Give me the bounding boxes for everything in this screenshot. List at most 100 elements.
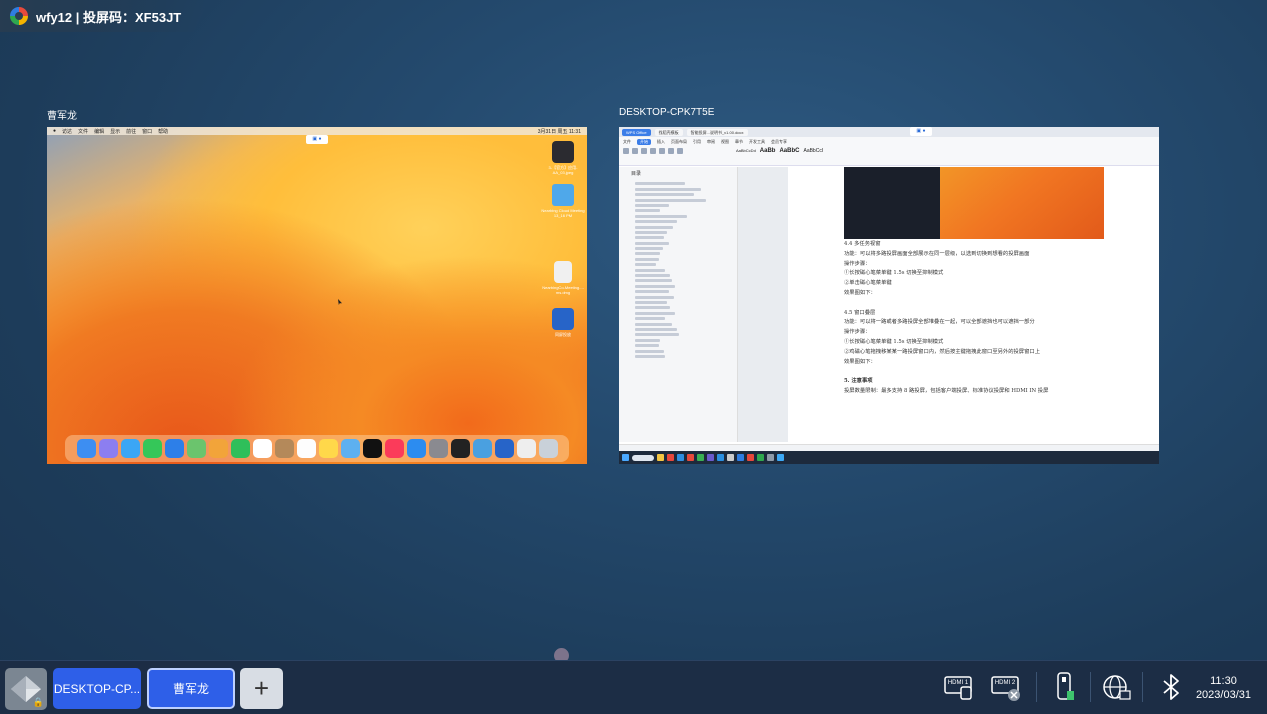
style-sample[interactable]: AaBbC (779, 148, 799, 154)
trash-icon[interactable] (538, 439, 558, 458)
mail-icon[interactable] (164, 439, 184, 458)
taskbar-search-icon[interactable] (632, 454, 654, 461)
terminal-icon[interactable] (450, 439, 470, 458)
facetime-icon[interactable] (230, 439, 250, 458)
mac-menu-item: 编辑 (94, 128, 105, 135)
underline-icon[interactable] (668, 148, 674, 154)
hdmi2-icon[interactable]: HDMI 2 (990, 671, 1022, 703)
style-gallery[interactable]: AaBbCcDd AaBb AaBbC AaBbCcI (736, 148, 823, 154)
taskbar-chrome-icon[interactable] (667, 454, 674, 461)
ribbon-menu-item[interactable]: 章节 (735, 139, 743, 145)
ribbon-menu-item[interactable]: 文件 (623, 139, 631, 145)
ribbon-menu-item[interactable]: 视图 (721, 139, 729, 145)
source-tab-desktop[interactable]: DESKTOP-CP... (53, 668, 141, 709)
app-store-icon[interactable] (406, 439, 426, 458)
taskbar-app-icon[interactable] (747, 454, 754, 461)
ribbon-menu-item[interactable]: 页面布局 (671, 139, 687, 145)
style-sample[interactable]: AaBb (760, 148, 776, 154)
taskbar-app-icon[interactable] (717, 454, 724, 461)
format-painter-icon[interactable] (641, 148, 647, 154)
bottom-bar: 🔒 DESKTOP-CP... 曹军龙 + HDMI 1 HDMI 2 11:3… (0, 660, 1267, 714)
style-sample[interactable]: AaBbCcI (803, 148, 823, 154)
hdmi2-label: HDMI 2 (995, 680, 1016, 686)
tv-icon[interactable] (362, 439, 382, 458)
toc-panel: 目录 (619, 167, 738, 442)
style-sample[interactable]: AaBbCcDd (736, 148, 756, 154)
tab-document[interactable]: 智能投屏...说明书_v1.00.docx (686, 128, 748, 136)
window-label-mac: 曹军龙 (47, 111, 77, 122)
taskbar-edge-icon[interactable] (677, 454, 684, 461)
cast-app-icon[interactable] (494, 439, 514, 458)
window-label-windows: DESKTOP-CPK7T5E (619, 107, 715, 118)
italic-icon[interactable] (659, 148, 665, 154)
tab-template[interactable]: 找稻壳模板 (654, 128, 683, 136)
music-icon[interactable] (384, 439, 404, 458)
add-source-button[interactable]: + (240, 668, 283, 709)
app-icon (552, 308, 574, 330)
downloads-icon[interactable] (516, 439, 536, 458)
taskbar-wps-icon[interactable] (687, 454, 694, 461)
taskbar-app-icon[interactable] (757, 454, 764, 461)
windows-start-icon[interactable] (622, 454, 629, 461)
bold-icon[interactable] (650, 148, 656, 154)
windows-taskbar (619, 451, 1159, 464)
taskbar-app-icon[interactable] (727, 454, 734, 461)
document-line: ②单击磁心笔菜单键 (844, 280, 892, 287)
toc-list[interactable] (619, 182, 737, 358)
ribbon-menu-item[interactable]: 插入 (657, 139, 665, 145)
usb-dongle-icon[interactable] (1049, 671, 1081, 703)
date-label: 2023/03/31 (1195, 689, 1251, 701)
document-line: ①长按磁心笔菜单键 1.5s 切换至抑制模式 (844, 270, 944, 277)
freeform-icon[interactable] (340, 439, 360, 458)
source-tab-mac[interactable]: 曹军龙 (147, 668, 235, 709)
cut-icon[interactable] (632, 148, 638, 154)
taskbar-app-icon[interactable] (777, 454, 784, 461)
toc-title: 目录 (631, 171, 642, 177)
launchpad-icon[interactable] (98, 439, 118, 458)
taskbar-app-icon[interactable] (697, 454, 704, 461)
windows-screen-window[interactable]: WPS Office 找稻壳模板 智能投屏...说明书_v1.00.docx ▣… (619, 127, 1159, 464)
home-thumbnail[interactable]: 🔒 (5, 668, 47, 710)
ribbon-menu-item[interactable]: 开始 (637, 139, 651, 145)
time-label: 11:30 (1210, 675, 1237, 687)
wps-ribbon: 文件 开始 插入 页面布局 引用 审阅 视图 章节 开发工具 会员专享 AaBb… (619, 137, 1159, 166)
maps-icon[interactable] (186, 439, 206, 458)
ribbon-menu-item[interactable]: 会员专享 (771, 139, 787, 145)
safari-icon[interactable] (120, 439, 140, 458)
paste-icon[interactable] (623, 148, 629, 154)
screen-share-icon[interactable] (472, 439, 492, 458)
settings-icon[interactable] (428, 439, 448, 458)
taskbar-app-icon[interactable] (737, 454, 744, 461)
hdmi1-icon[interactable]: HDMI 1 (943, 671, 975, 703)
ribbon-menu-item[interactable]: 引用 (693, 139, 701, 145)
document-area[interactable]: 4.4 多任务视窗 功能：可以将多路投屏画面全部展示在同一层级，以选到切换到想看的… (738, 167, 1159, 442)
taskbar-app-icon[interactable] (767, 454, 774, 461)
taskbar-explorer-icon[interactable] (657, 454, 664, 461)
finder-icon[interactable] (76, 439, 96, 458)
header-title: wfy12 | 投屏码：XF53JT (36, 9, 182, 25)
notes-icon[interactable] (318, 439, 338, 458)
messages-icon[interactable] (142, 439, 162, 458)
mac-menu-item: 文件 (78, 128, 89, 135)
document-line: ①长按磁心笔菜单键 1.5s 切换至抑制模式 (844, 338, 944, 345)
network-icon[interactable] (1100, 671, 1132, 703)
mac-dock (65, 435, 569, 462)
ribbon-menu-item[interactable]: 开发工具 (749, 139, 765, 145)
bluetooth-icon[interactable] (1156, 671, 1188, 703)
align-icon[interactable] (677, 148, 683, 154)
ribbon-menu-item[interactable]: 审阅 (707, 139, 715, 145)
calendar-icon[interactable] (252, 439, 272, 458)
contacts-icon[interactable] (274, 439, 294, 458)
document-line: 4.4 多任务视窗 (844, 241, 881, 247)
photos-icon[interactable] (208, 439, 228, 458)
document-text[interactable]: 4.4 多任务视窗 功能：可以将多路投屏画面全部展示在同一层级，以选到切换到想看的… (844, 240, 1144, 397)
desktop-icon-label: 3-【官方】应用-AA_03.jpeg (548, 165, 578, 175)
tab-wps[interactable]: WPS Office (622, 128, 651, 136)
document-line: 投屏数量限制：最多支持 8 路投屏，包括客户端投屏、标准协议投屏和 HDMI I… (844, 387, 1049, 394)
reminders-icon[interactable] (296, 439, 316, 458)
taskbar-app-icon[interactable] (707, 454, 714, 461)
document-page[interactable]: 4.4 多任务视窗 功能：可以将多路投屏画面全部展示在同一层级，以选到切换到想看的… (788, 167, 1159, 442)
monitor-icon (552, 141, 574, 163)
mac-screen-window[interactable]: ● 访达 文件 编辑 显示 前往 窗口 帮助 3月31日 周五 11:31 ▣ … (47, 127, 587, 464)
